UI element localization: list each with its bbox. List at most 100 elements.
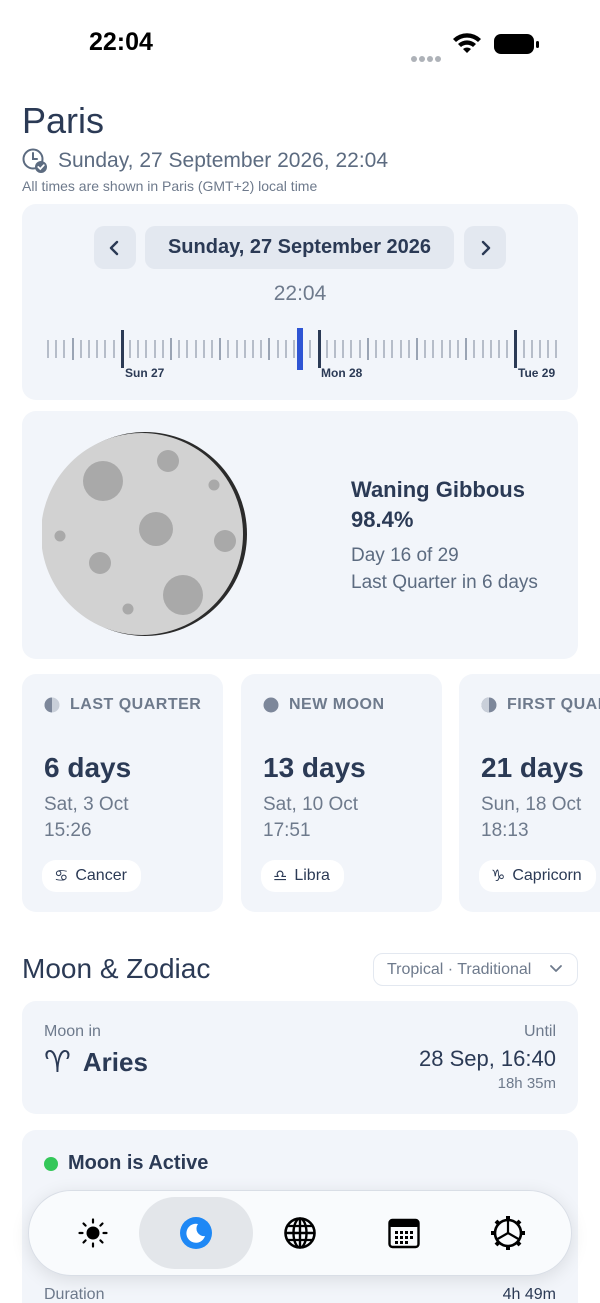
current-time-marker[interactable] (297, 328, 303, 370)
timeline-tick (178, 340, 181, 358)
timeline-tick (473, 340, 476, 358)
timeline-tick (383, 340, 386, 358)
timeline-tick (366, 338, 369, 360)
timeline-tick (96, 340, 99, 358)
first-quarter-icon (481, 697, 497, 713)
tab-settings[interactable] (451, 1197, 565, 1269)
timeline-tick (55, 340, 58, 358)
zodiac-chip: ♑ Capricorn (479, 860, 596, 892)
timeline-tick (358, 340, 361, 358)
moon-sign: ♈ Aries (44, 1045, 148, 1080)
moon-sign-name: Aries (82, 1047, 148, 1077)
chevron-down-icon (550, 965, 562, 972)
zodiac-system-dropdown[interactable]: Tropical · Traditional (373, 953, 578, 986)
chevron-left-icon (109, 240, 119, 255)
timeline-tick (284, 340, 287, 358)
until-remaining: 18h 35m (497, 1075, 556, 1092)
phase-card-last-quarter[interactable]: LAST QUARTER 6 days Sat, 3 Oct 15:26 ♋ C… (22, 674, 223, 912)
timeline-tick (211, 340, 213, 358)
timeline-tick (145, 340, 148, 358)
next-day-button[interactable] (464, 226, 506, 269)
timeline-tick (202, 340, 205, 358)
selected-time: 22:04 (273, 282, 327, 305)
timeline-tick (194, 340, 197, 358)
tab-moon[interactable] (139, 1197, 253, 1269)
timeline-tick (88, 340, 90, 358)
tab-globe[interactable] (243, 1197, 357, 1269)
current-datetime: Sunday, 27 September 2026, 22:04 (22, 148, 388, 174)
timeline-tick (120, 330, 124, 368)
timeline-tick (47, 340, 49, 358)
timeline-tick (440, 340, 443, 358)
selected-date-button[interactable]: Sunday, 27 September 2026 (145, 226, 454, 269)
timeline-tick (375, 340, 377, 358)
timeline-tick (325, 340, 328, 358)
phase-time: 15:26 (44, 820, 92, 841)
phase-card-first-quarter[interactable]: FIRST QUARTER 21 days Sun, 18 Oct 18:13 … (459, 674, 600, 912)
timeline-tick (268, 338, 271, 360)
zodiac-chip: ♋ Cancer (42, 860, 141, 892)
timeline-tick (227, 340, 230, 358)
phase-label: NEW MOON (289, 696, 385, 713)
upcoming-phases-carousel[interactable]: LAST QUARTER 6 days Sat, 3 Oct 15:26 ♋ C… (22, 674, 600, 914)
sun-icon (78, 1218, 108, 1248)
new-moon-icon (263, 697, 279, 713)
zodiac-name: Libra (294, 867, 330, 884)
section-title: Moon & Zodiac (22, 953, 211, 984)
timeline-tick (170, 338, 172, 360)
timeline-tick (350, 340, 353, 358)
timeline-tick (489, 340, 492, 358)
previous-day-button[interactable] (94, 226, 136, 269)
timeline-tick (112, 340, 115, 358)
phase-date: Sat, 3 Oct (44, 794, 129, 815)
timeline-tick (424, 340, 427, 358)
timeline-tick (416, 338, 418, 360)
timeline-tick (530, 340, 533, 358)
phase-card-new-moon[interactable]: NEW MOON 13 days Sat, 10 Oct 17:51 ♎ Lib… (241, 674, 442, 912)
timeline-tick (129, 340, 131, 358)
phase-countdown: 13 days (263, 752, 366, 783)
phase-heading: FIRST QUARTER (481, 696, 600, 714)
phase-heading: NEW MOON (263, 696, 385, 714)
timeline-tick (514, 330, 518, 368)
until-date: 28 Sep, 16:40 (418, 1046, 556, 1071)
status-bar: 22:04 (0, 0, 600, 90)
timezone-note: All times are shown in Paris (GMT+2) loc… (22, 178, 318, 194)
phase-countdown: 6 days (44, 752, 132, 783)
moon-in-label: Moon in (44, 1023, 101, 1040)
duration-label: Duration (44, 1286, 105, 1303)
timeline-tick (481, 340, 484, 358)
moon-cycle-day: Day 16 of 29 (351, 545, 459, 566)
phase-heading: LAST QUARTER (44, 696, 201, 714)
timeline-tick (186, 340, 189, 358)
capricorn-icon: ♑ (491, 868, 506, 885)
moon-illustration (42, 432, 247, 636)
timeline-tick (276, 340, 279, 358)
timeline-tick (342, 340, 345, 358)
timeline-tick (334, 340, 336, 358)
timeline-tick (104, 340, 107, 358)
next-phase-note: Last Quarter in 6 days (351, 572, 538, 593)
zodiac-system-value: Tropical · Traditional (387, 960, 532, 978)
timeline-tick (506, 340, 509, 358)
timeline-tick (547, 340, 550, 358)
timeline-tick (63, 340, 66, 358)
timeline-day-label: Tue 29 (518, 366, 556, 380)
phase-time: 18:13 (481, 820, 529, 841)
phase-label: LAST QUARTER (70, 696, 202, 713)
battery-icon (494, 34, 539, 54)
zodiac-chip: ♎ Libra (261, 860, 344, 892)
chevron-right-icon (481, 240, 491, 255)
calendar-icon (388, 1218, 420, 1249)
timeline-tick (407, 340, 410, 358)
tab-calendar[interactable] (347, 1197, 461, 1269)
timeline-tick (522, 340, 525, 358)
tab-sun[interactable] (36, 1197, 150, 1269)
wifi-icon (453, 33, 481, 53)
last-quarter-icon (44, 697, 60, 713)
moon-phase-card: Waning Gibbous 98.4% Day 16 of 29 Last Q… (22, 411, 578, 659)
timeline-tick (317, 330, 321, 368)
city-title: Paris (22, 100, 105, 141)
timeline-tick (293, 340, 295, 358)
time-scrubber[interactable]: Sun 27 Mon 28 Tue 29 (42, 328, 558, 384)
